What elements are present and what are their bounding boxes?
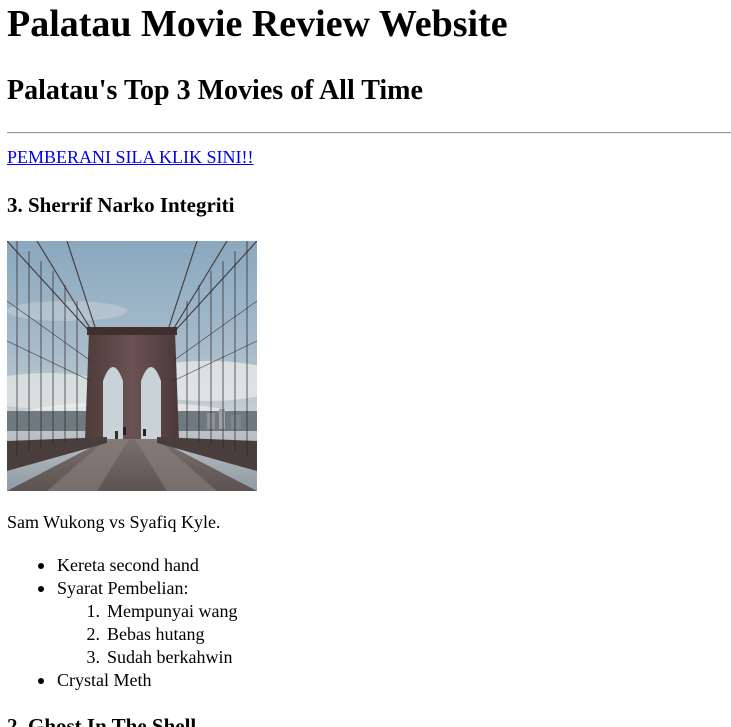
ordered-item-text: Bebas hutang bbox=[107, 624, 205, 644]
list-item-text: Syarat Pembelian: bbox=[57, 578, 189, 598]
bullet-icon bbox=[38, 586, 44, 592]
list-item-text: Kereta second hand bbox=[57, 555, 199, 575]
movie-heading-3: 3. Sherrif Narko Integriti bbox=[7, 193, 235, 217]
ordered-item-text: Sudah berkahwin bbox=[107, 647, 233, 667]
horizontal-rule bbox=[7, 132, 731, 134]
bridge-illustration bbox=[7, 241, 257, 491]
ordered-number: 3. bbox=[86, 647, 101, 667]
ordered-number: 1. bbox=[86, 601, 101, 621]
brooklyn-bridge-photo bbox=[7, 241, 257, 491]
ordered-number: 2. bbox=[86, 624, 101, 644]
bullet-icon bbox=[38, 563, 44, 569]
movie-heading-2: 2. Ghost In The Shell bbox=[7, 714, 197, 727]
list-item-text: Crystal Meth bbox=[57, 670, 152, 690]
movie-caption: Sam Wukong vs Syafiq Kyle. bbox=[7, 512, 221, 532]
bullet-icon bbox=[38, 678, 44, 684]
ordered-item-text: Mempunyai wang bbox=[107, 601, 238, 621]
page: Palatau Movie Review Website Palatau's T… bbox=[0, 0, 731, 727]
page-subtitle: Palatau's Top 3 Movies of All Time bbox=[7, 75, 423, 106]
brave-click-here-link[interactable]: PEMBERANI SILA KLIK SINI!! bbox=[7, 146, 254, 168]
page-title: Palatau Movie Review Website bbox=[7, 3, 508, 45]
